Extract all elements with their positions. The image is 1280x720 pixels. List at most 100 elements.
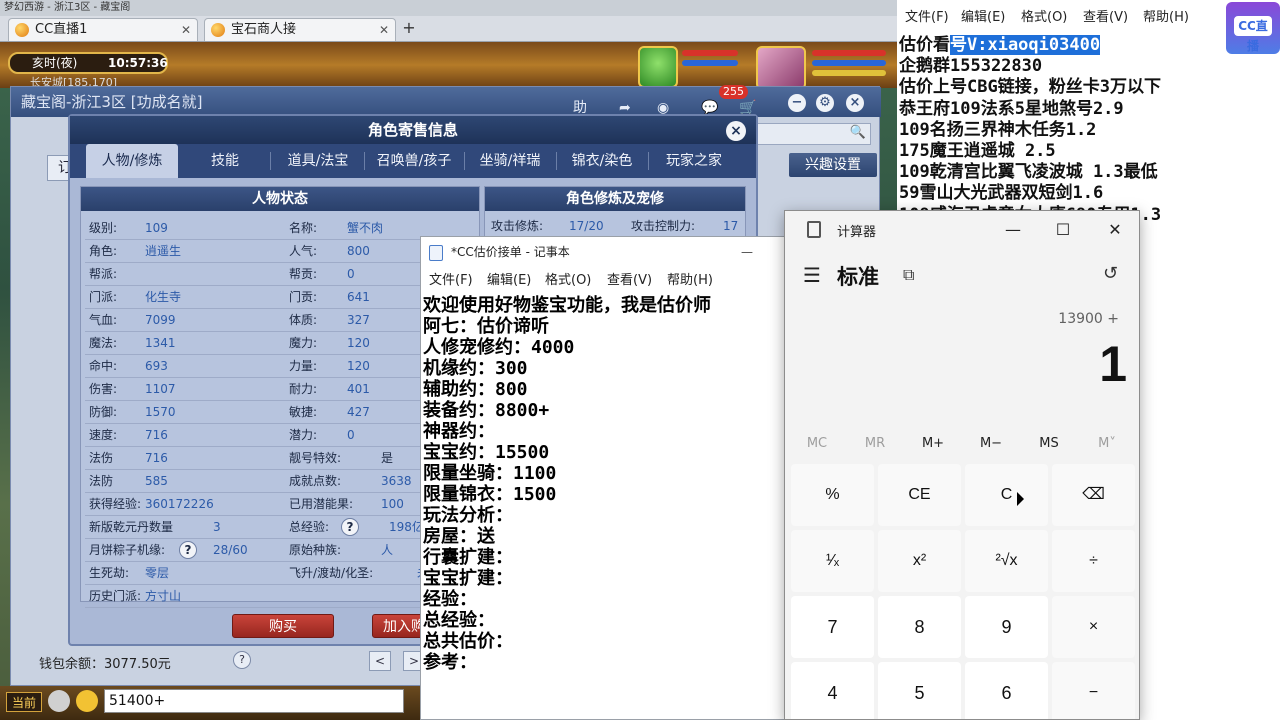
digit-6-key[interactable]: 6 — [965, 662, 1048, 719]
stat-label: 魔力: — [289, 336, 318, 350]
cbg-title-bar: 藏宝阁-浙江3区 [功成名就] 助 ➦ ◉ 💬 255 🛒 − ⚙ × — [11, 85, 881, 117]
tab-pets-children[interactable]: 召唤兽/孩子 — [368, 144, 460, 178]
emoji-icon[interactable] — [76, 690, 98, 712]
digit-8-key[interactable]: 8 — [878, 596, 961, 658]
pet-avatar[interactable] — [638, 46, 678, 88]
menu-view[interactable]: 查看(V) — [1083, 6, 1128, 25]
stat-label: 力量: — [289, 359, 318, 373]
menu-edit[interactable]: 编辑(E) — [487, 269, 531, 288]
digit-9-key[interactable]: 9 — [965, 596, 1048, 658]
pet-mp-bar — [682, 60, 738, 66]
close-icon[interactable]: ✕ — [181, 19, 191, 41]
buy-button[interactable]: 购买 — [232, 614, 334, 638]
status-row: 法伤 716 — [89, 447, 279, 469]
sqrt-key[interactable]: ²√x — [965, 530, 1048, 592]
menu-format[interactable]: 格式(O) — [1021, 6, 1067, 25]
menu-format[interactable]: 格式(O) — [545, 269, 591, 288]
chat-channel-button[interactable]: 当前 — [6, 692, 42, 712]
stat-value: 化生寺 — [145, 290, 182, 304]
cc-logo-text: CC直播 — [1234, 16, 1272, 53]
chat-input[interactable]: 51400+ — [104, 689, 404, 713]
calculator-expression: 13900 + — [1058, 311, 1119, 327]
mouse-cursor-icon — [1017, 492, 1031, 506]
microphone-icon[interactable] — [48, 690, 70, 712]
stat-label: 生死劫: — [89, 566, 130, 580]
tab-separator — [364, 152, 365, 170]
memory-button-4[interactable]: MS — [1021, 433, 1077, 455]
tab-gem-merchant[interactable]: 宝石商人接 ✕ — [204, 18, 396, 41]
minimize-button[interactable]: — — [741, 237, 753, 267]
status-row: 气血: 7099 — [89, 309, 279, 331]
reciprocal-key[interactable]: ¹⁄ₓ — [791, 530, 874, 592]
digit-7-key[interactable]: 7 — [791, 596, 874, 658]
menu-file[interactable]: 文件(F) — [905, 6, 949, 25]
stat-value: 1341 — [145, 336, 176, 350]
stat-value: 0 — [347, 267, 355, 281]
tab-items[interactable]: 道具/法宝 — [276, 144, 360, 178]
tab-separator — [648, 152, 649, 170]
stat-value: 693 — [145, 359, 168, 373]
close-icon[interactable]: ✕ — [379, 19, 389, 41]
tab-mounts[interactable]: 坐骑/祥瑞 — [468, 144, 552, 178]
minimize-button[interactable]: — — [991, 219, 1035, 243]
minus-key[interactable]: − — [1052, 662, 1135, 719]
menu-file[interactable]: 文件(F) — [429, 269, 473, 288]
search-icon[interactable]: 🔍 — [850, 125, 866, 140]
calculator-window: 计算器 — ☐ ✕ ☰ 标准 ⧉ ↺ 13900 + 1 MC MR M+ M− MS M… — [784, 210, 1140, 720]
game-icon — [211, 23, 225, 37]
prev-page-button[interactable]: < — [369, 651, 391, 671]
stat-value: 0 — [347, 428, 355, 442]
multiply-key[interactable]: × — [1052, 596, 1135, 658]
square-key[interactable]: x² — [878, 530, 961, 592]
tab-skills[interactable]: 技能 — [190, 144, 260, 178]
wallet-help-icon[interactable]: ? — [233, 651, 251, 669]
menu-help[interactable]: 帮助(H) — [667, 269, 713, 288]
status-row: 角色: 逍遥生 — [89, 240, 279, 262]
player-avatar[interactable] — [756, 46, 806, 90]
stat-label: 门贡: — [289, 290, 318, 304]
close-button[interactable]: ✕ — [1093, 219, 1137, 243]
status-row: 命中: 693 — [89, 355, 279, 377]
maximize-button[interactable]: ☐ — [1041, 219, 1085, 243]
keep-on-top-icon[interactable]: ⧉ — [903, 265, 914, 285]
tab-separator — [270, 152, 271, 170]
status-panel-title: 人物状态 — [81, 187, 479, 211]
clock-time: 10:57:36 — [108, 56, 168, 70]
help-icon[interactable]: ? — [341, 518, 359, 536]
menu-edit[interactable]: 编辑(E) — [961, 6, 1005, 25]
history-icon[interactable]: ↺ — [1103, 263, 1118, 284]
settings-gear-icon[interactable]: ⚙ — [816, 94, 834, 112]
clear-key[interactable]: C — [965, 464, 1048, 526]
tab-outfits[interactable]: 锦衣/染色 — [560, 144, 644, 178]
digit-5-key[interactable]: 5 — [878, 662, 961, 719]
divide-key[interactable]: ÷ — [1052, 530, 1135, 592]
stat-value: 327 — [347, 313, 370, 327]
memory-button-3[interactable]: M− — [963, 433, 1019, 455]
cbg-search-input[interactable]: 🔍 — [741, 123, 871, 145]
memory-button-2[interactable]: M+ — [905, 433, 961, 455]
menu-view[interactable]: 查看(V) — [607, 269, 652, 288]
tab-cc-live[interactable]: CC直播1 ✕ — [8, 18, 198, 41]
backspace-key[interactable]: ⌫ — [1052, 464, 1135, 526]
clear-entry-key[interactable]: CE — [878, 464, 961, 526]
minimize-button[interactable]: − — [788, 94, 806, 112]
percent-key[interactable]: % — [791, 464, 874, 526]
new-tab-button[interactable]: + — [400, 20, 418, 38]
interest-settings-button[interactable]: 兴趣设置 — [789, 153, 877, 177]
dialog-close-button[interactable]: × — [726, 121, 746, 141]
notepad-title-bar: *CC估价接单 - 记事本 — — [421, 237, 791, 267]
digit-4-key[interactable]: 4 — [791, 662, 874, 719]
tab-character-cultivation[interactable]: 人物/修炼 — [86, 144, 178, 178]
memory-button-0: MC — [806, 436, 828, 451]
close-button[interactable]: × — [846, 94, 864, 112]
menu-hamburger-icon[interactable]: ☰ — [803, 263, 821, 287]
help-icon[interactable]: ? — [179, 541, 197, 559]
stat-value: 109 — [145, 221, 168, 235]
stat-label: 速度: — [89, 428, 118, 442]
stat-label: 已用潜能果: — [289, 497, 354, 511]
tab-player-home[interactable]: 玩家之家 — [652, 144, 736, 178]
stat-label: 新版乾元丹数量 — [89, 520, 174, 534]
attack-cultivation-label: 攻击修炼: — [491, 219, 544, 233]
menu-help[interactable]: 帮助(H) — [1143, 6, 1189, 25]
stat-label: 获得经验: — [89, 497, 142, 511]
